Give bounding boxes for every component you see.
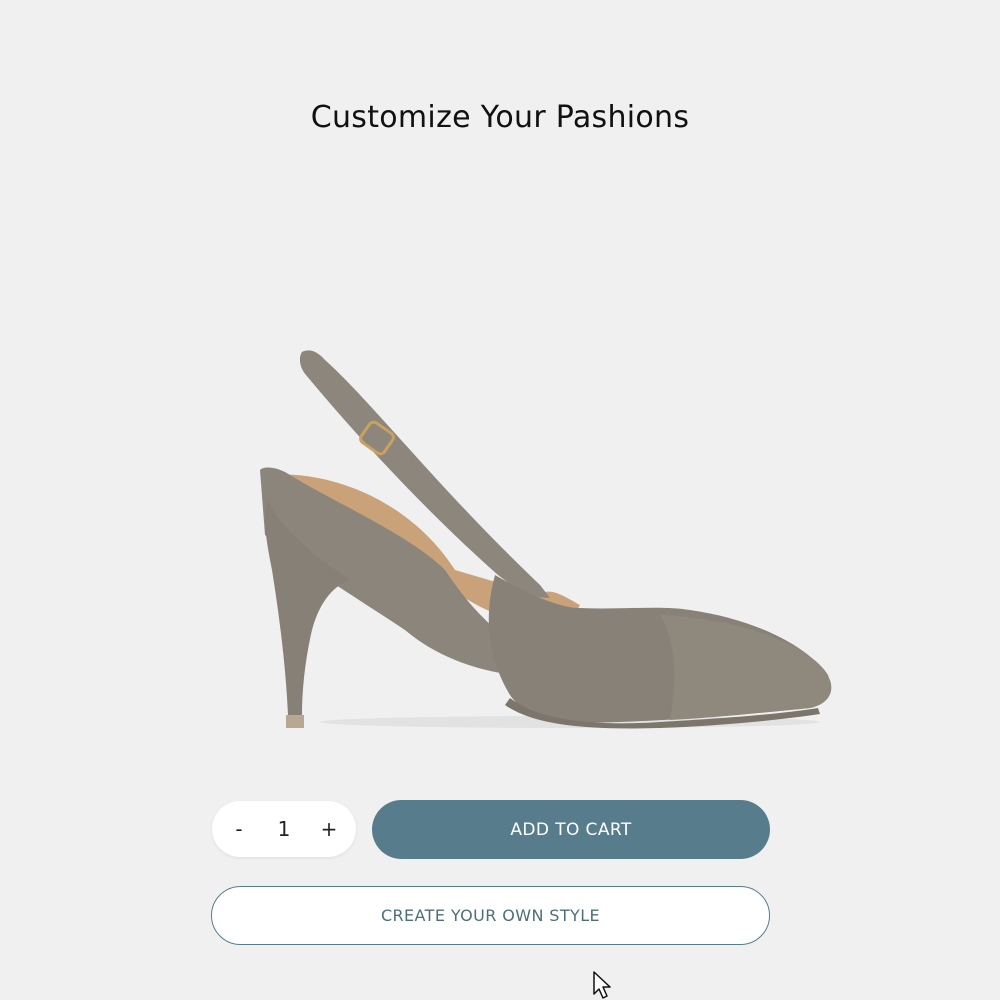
shoe-toe-cap	[660, 615, 831, 720]
product-customizer-page: Customize Your Pashions - 1 + ADD TO CAR…	[0, 0, 1000, 1000]
quantity-stepper: - 1 +	[212, 801, 356, 857]
shoe-product-image	[260, 350, 832, 729]
quantity-value[interactable]: 1	[269, 817, 299, 841]
mouse-pointer-icon	[593, 971, 611, 999]
quantity-increment-button[interactable]: +	[316, 809, 342, 849]
shoe-heel-tip	[286, 715, 304, 728]
add-to-cart-button[interactable]: ADD TO CART	[372, 800, 770, 859]
quantity-decrement-button[interactable]: -	[226, 809, 252, 849]
create-your-own-style-button[interactable]: CREATE YOUR OWN STYLE	[211, 886, 770, 945]
page-title: Customize Your Pashions	[310, 100, 690, 135]
